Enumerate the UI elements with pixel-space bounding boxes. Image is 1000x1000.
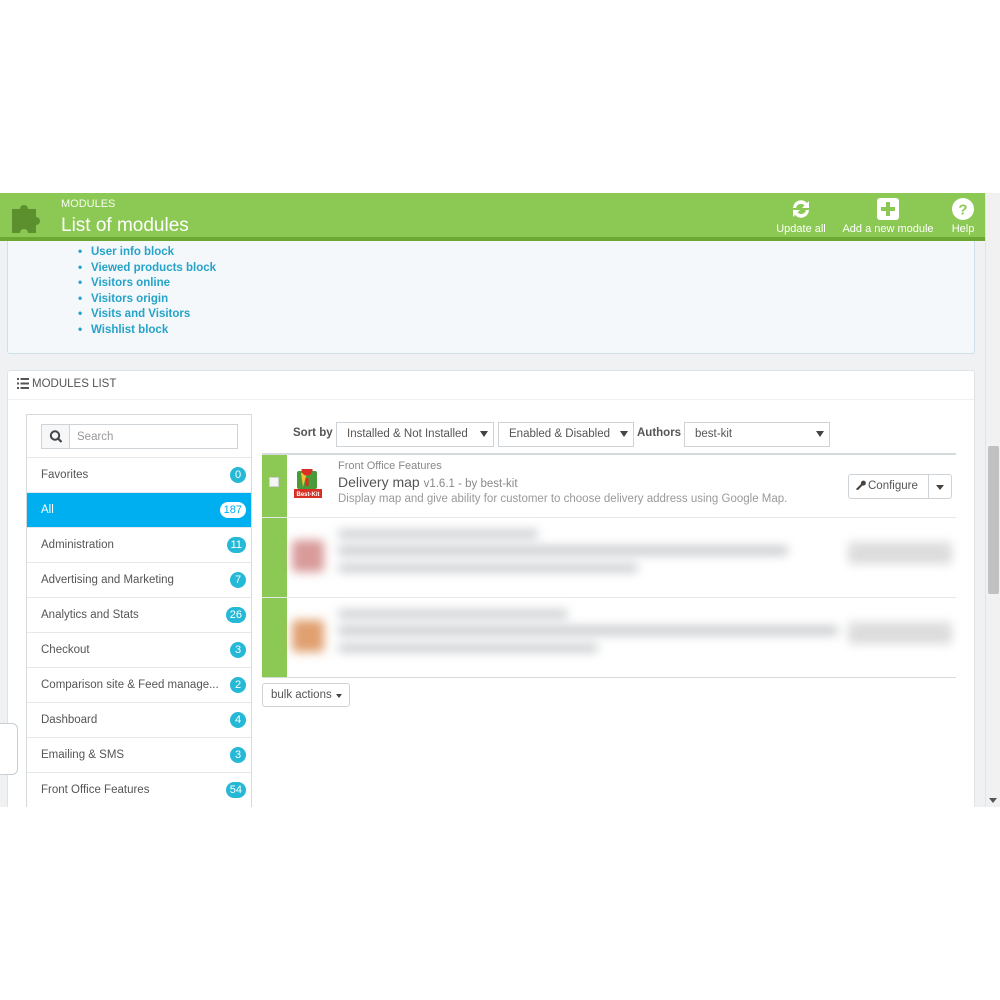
module-link-list: User info block Viewed products block Vi… xyxy=(78,244,216,338)
update-all-button[interactable]: Update all xyxy=(773,197,829,235)
wrench-icon xyxy=(856,480,866,490)
configure-button-group: Configure xyxy=(848,474,952,499)
svg-text:?: ? xyxy=(958,202,967,219)
status-filter-select[interactable]: Enabled & Disabled xyxy=(498,422,634,447)
page-header: MODULES List of modules Update all Add a… xyxy=(0,193,985,241)
category-analytics-stats[interactable]: Analytics and Stats 26 xyxy=(27,598,251,633)
scrollbar-thumb[interactable] xyxy=(988,446,999,594)
category-favorites[interactable]: Favorites 0 xyxy=(27,458,251,493)
category-count-badge: 0 xyxy=(230,467,246,483)
category-count-badge: 11 xyxy=(226,537,246,553)
category-advertising-marketing[interactable]: Advertising and Marketing 7 xyxy=(27,563,251,598)
add-new-module-button[interactable]: Add a new module xyxy=(838,197,938,235)
category-dashboard[interactable]: Dashboard 4 xyxy=(27,703,251,738)
caret-down-icon xyxy=(620,431,628,437)
category-comparison-feed[interactable]: Comparison site & Feed manage... 2 xyxy=(27,668,251,703)
help-icon: ? xyxy=(952,198,974,220)
module-table: Best-Kit Front Office Features Delivery … xyxy=(262,453,956,678)
caret-down-icon xyxy=(816,431,824,437)
module-summary-panel: User info block Viewed products block Vi… xyxy=(7,241,975,354)
category-label: Dashboard xyxy=(41,714,98,726)
authors-filter-select[interactable]: best-kit xyxy=(684,422,830,447)
caret-down-icon xyxy=(480,431,488,437)
install-filter-select[interactable]: Installed & Not Installed xyxy=(336,422,494,447)
add-module-label: Add a new module xyxy=(842,223,934,235)
app-window: MODULES List of modules Update all Add a… xyxy=(0,193,1000,807)
screenshot-canvas: MODULES List of modules Update all Add a… xyxy=(0,0,1000,1000)
module-description: Display map and give ability for custome… xyxy=(338,493,788,505)
search-box xyxy=(41,424,238,449)
module-name: Delivery map v1.6.1 - by best-kit xyxy=(338,474,518,490)
module-title: Delivery map xyxy=(338,474,420,490)
configure-dropdown-toggle[interactable] xyxy=(929,475,951,498)
list-icon xyxy=(17,378,29,389)
category-count-badge: 3 xyxy=(230,747,246,763)
configure-button[interactable]: Configure xyxy=(849,475,929,498)
vertical-scrollbar[interactable] xyxy=(985,193,1000,807)
module-link[interactable]: Wishlist block xyxy=(78,322,216,338)
module-row-blurred xyxy=(262,518,956,598)
modules-list-panel: MODULES LIST Fa xyxy=(7,370,975,807)
module-version: v1.6.1 - by best-kit xyxy=(423,478,518,490)
row-status-stripe xyxy=(262,598,287,677)
module-checkbox[interactable] xyxy=(269,477,279,487)
category-label: All xyxy=(41,504,54,516)
scroll-down-arrow-icon[interactable] xyxy=(989,798,997,803)
refresh-icon xyxy=(793,200,809,218)
module-link[interactable]: Visits and Visitors xyxy=(78,306,216,322)
plus-square-icon xyxy=(877,198,899,220)
category-sidebar: Favorites 0 All 187 Administration 11 Ad… xyxy=(26,414,252,807)
category-label: Comparison site & Feed manage... xyxy=(41,679,219,691)
module-link[interactable]: User info block xyxy=(78,244,216,260)
category-count-badge: 3 xyxy=(230,642,246,658)
category-all[interactable]: All 187 xyxy=(27,493,251,528)
row-status-stripe xyxy=(262,518,287,597)
category-label: Front Office Features xyxy=(41,784,150,796)
install-filter-value: Installed & Not Installed xyxy=(347,428,468,440)
module-logo-icon: Best-Kit xyxy=(294,469,322,498)
side-panel-handle[interactable] xyxy=(0,723,18,775)
category-count-badge: 187 xyxy=(219,502,246,518)
panel-heading-text: MODULES LIST xyxy=(32,378,117,390)
category-count-badge: 54 xyxy=(225,782,246,798)
category-count-badge: 26 xyxy=(225,607,246,623)
module-row: Best-Kit Front Office Features Delivery … xyxy=(262,453,956,518)
authors-label: Authors xyxy=(637,427,682,439)
panel-heading: MODULES LIST xyxy=(8,371,974,400)
category-administration[interactable]: Administration 11 xyxy=(27,528,251,563)
module-link[interactable]: Viewed products block xyxy=(78,260,216,276)
status-filter-value: Enabled & Disabled xyxy=(509,428,611,440)
module-link[interactable]: Visitors origin xyxy=(78,291,216,307)
module-link[interactable]: Visitors online xyxy=(78,275,216,291)
search-input[interactable] xyxy=(71,425,237,448)
module-category: Front Office Features xyxy=(338,460,442,472)
category-front-office-features[interactable]: Front Office Features 54 xyxy=(27,773,251,807)
category-checkout[interactable]: Checkout 3 xyxy=(27,633,251,668)
help-label: Help xyxy=(951,223,975,235)
category-label: Advertising and Marketing xyxy=(41,574,174,586)
search-wrapper xyxy=(27,415,251,458)
update-all-label: Update all xyxy=(776,223,826,235)
breadcrumb[interactable]: MODULES xyxy=(61,198,115,210)
category-label: Favorites xyxy=(41,469,89,481)
module-logo-text: Best-Kit xyxy=(296,492,319,498)
authors-filter-value: best-kit xyxy=(695,428,733,440)
sort-by-label: Sort by xyxy=(293,427,333,439)
category-count-badge: 7 xyxy=(230,572,246,588)
help-button[interactable]: ? Help xyxy=(947,197,979,235)
category-emailing-sms[interactable]: Emailing & SMS 3 xyxy=(27,738,251,773)
category-label: Analytics and Stats xyxy=(41,609,139,621)
category-count-badge: 4 xyxy=(230,712,246,728)
page-title: List of modules xyxy=(61,215,189,236)
bulk-actions-button[interactable]: bulk actions xyxy=(262,683,350,707)
category-label: Administration xyxy=(41,539,114,551)
search-icon[interactable] xyxy=(42,425,70,448)
puzzle-icon xyxy=(12,205,40,233)
module-row-blurred xyxy=(262,598,956,678)
configure-label: Configure xyxy=(868,480,918,492)
category-label: Emailing & SMS xyxy=(41,749,125,761)
category-label: Checkout xyxy=(41,644,90,656)
category-count-badge: 2 xyxy=(230,677,246,693)
